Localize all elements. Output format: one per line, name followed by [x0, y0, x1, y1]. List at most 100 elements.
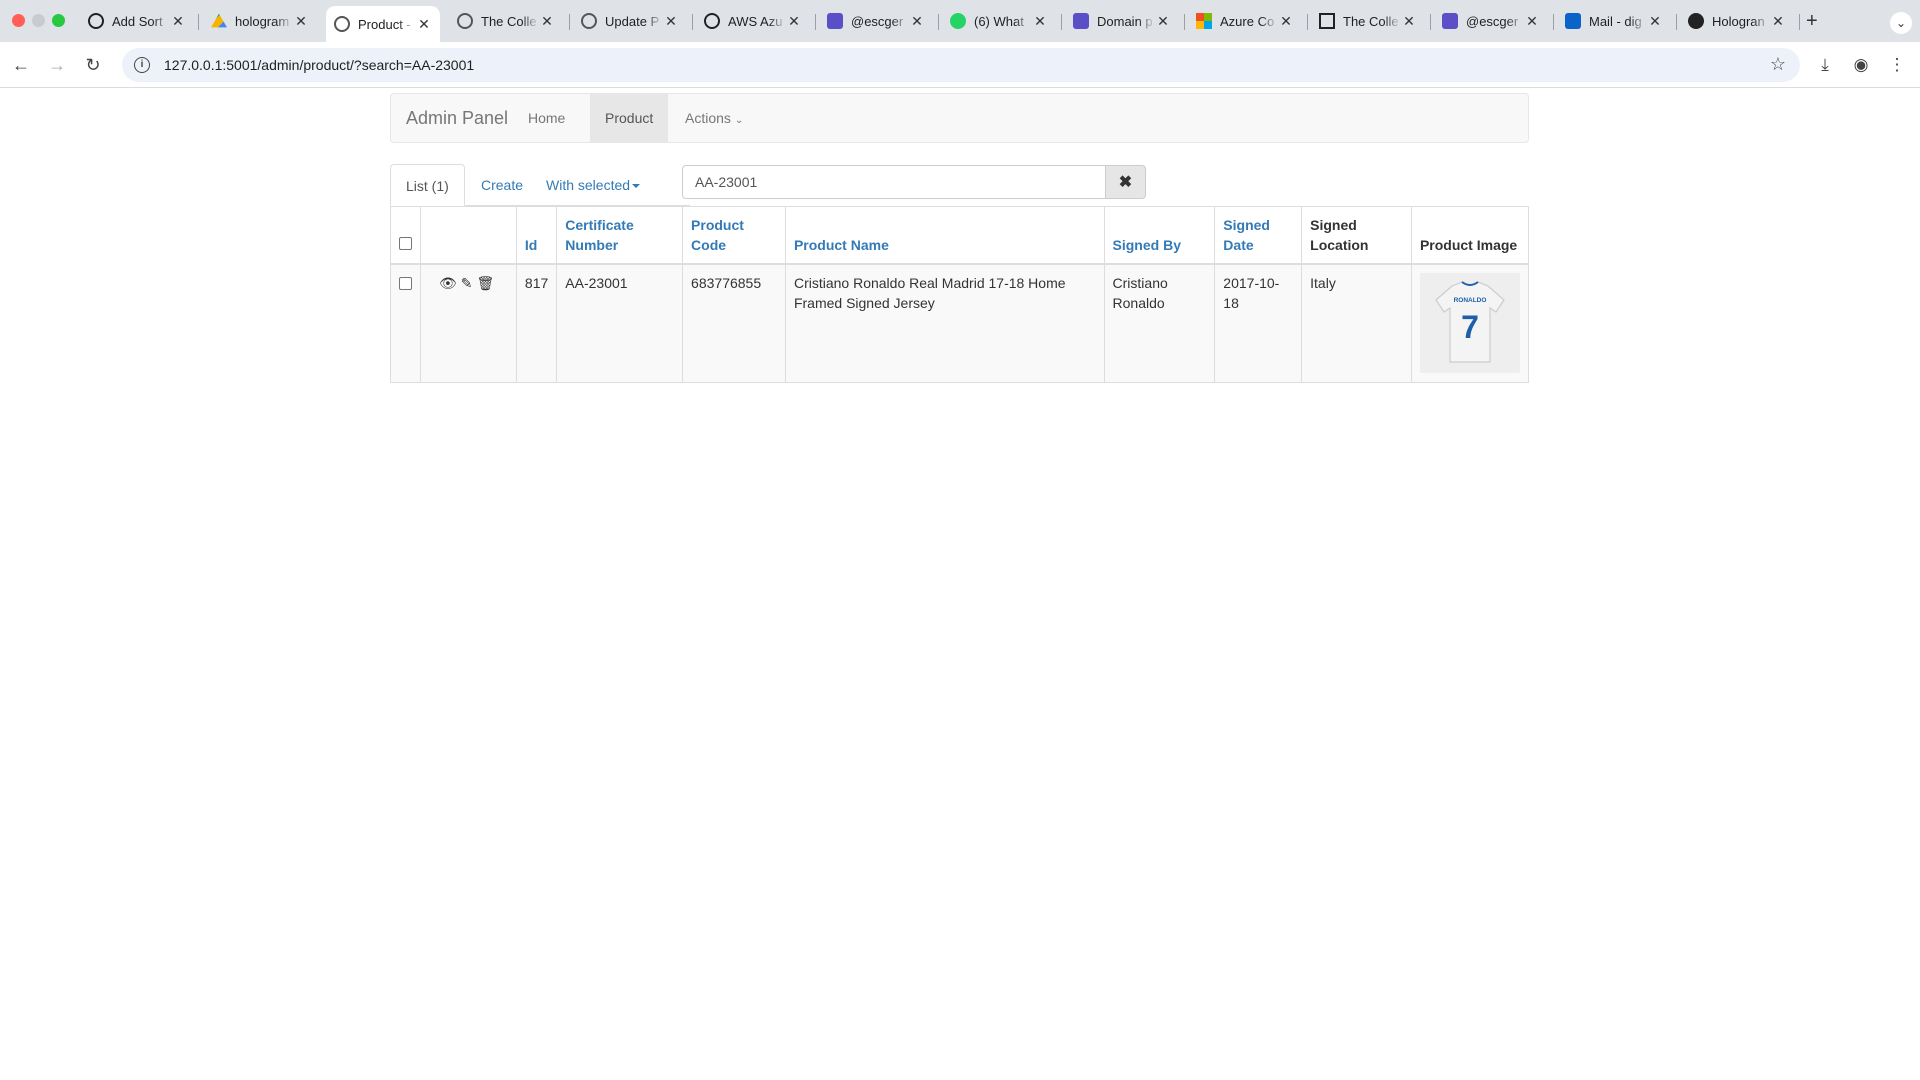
- browser-tab[interactable]: Domain p ✕: [1065, 6, 1179, 36]
- pencil-icon[interactable]: ✎: [461, 273, 473, 293]
- nav-item-actions[interactable]: Actions ⌄: [670, 94, 758, 142]
- with-selected-label: With selected: [546, 177, 631, 193]
- close-tab-icon[interactable]: ✕: [786, 13, 802, 30]
- openai-icon: [88, 13, 104, 29]
- table-row: 👁 ✎ 🗑 817 AA-23001 683776855 Cristiano R…: [390, 263, 1530, 383]
- address-bar-url[interactable]: 127.0.0.1:5001/admin/product/?search=AA-…: [164, 57, 474, 73]
- nav-item-home[interactable]: Home: [513, 94, 580, 142]
- profile-icon[interactable]: ◉: [1848, 52, 1874, 78]
- close-tab-icon[interactable]: ✕: [416, 16, 432, 33]
- close-tab-icon[interactable]: ✕: [1647, 13, 1663, 30]
- escrow-icon: [1442, 13, 1458, 29]
- browser-tab[interactable]: Mail - dig ✕: [1557, 6, 1671, 36]
- tab-title: Product -: [358, 16, 411, 32]
- browser-tab-active[interactable]: Product - ✕: [326, 6, 440, 42]
- jersey-image: RONALDO 7: [1435, 281, 1505, 363]
- browser-toolbar: ← → ↻ i 127.0.0.1:5001/admin/product/?se…: [0, 42, 1920, 88]
- new-tab-icon[interactable]: +: [1806, 10, 1818, 33]
- tab-search-chevron-icon[interactable]: ⌄: [1890, 12, 1912, 34]
- column-header-product-code: Product Code: [682, 206, 786, 265]
- browser-tab[interactable]: The Colle ✕: [449, 6, 563, 36]
- with-selected-dropdown[interactable]: With selected: [531, 164, 655, 206]
- close-tab-icon[interactable]: ✕: [1032, 13, 1048, 30]
- address-bar[interactable]: i 127.0.0.1:5001/admin/product/?search=A…: [122, 48, 1800, 82]
- globe-icon: [457, 13, 473, 29]
- column-header-signed-by: Signed By: [1103, 206, 1216, 265]
- sort-id-link[interactable]: Id: [525, 237, 537, 253]
- tab-title: The Colle: [1343, 13, 1399, 29]
- download-icon[interactable]: ⤓: [1812, 52, 1838, 78]
- column-header-signed-date: Signed Date: [1214, 206, 1303, 265]
- browser-tab[interactable]: The Colle ✕: [1311, 6, 1425, 36]
- close-tab-icon[interactable]: ✕: [1524, 13, 1540, 30]
- tab-title: @escger: [1466, 13, 1519, 29]
- sort-signed-date-link[interactable]: Signed Date: [1223, 217, 1270, 253]
- chevron-down-icon: ⌄: [734, 115, 744, 126]
- escrow-icon: [827, 13, 843, 29]
- maximize-window-button[interactable]: [52, 14, 65, 27]
- globe-icon: [581, 13, 597, 29]
- minimize-window-button[interactable]: [32, 14, 45, 27]
- back-arrow-icon[interactable]: ←: [8, 52, 34, 78]
- cell-signed-by: Cristiano Ronaldo: [1103, 263, 1216, 383]
- browser-tab[interactable]: @escger ✕: [1434, 6, 1548, 36]
- tab-create[interactable]: Create: [466, 164, 538, 206]
- forward-arrow-icon[interactable]: →: [44, 52, 70, 78]
- cell-product-name: Cristiano Ronaldo Real Madrid 17-18 Home…: [784, 263, 1105, 383]
- tab-title: Hologran: [1712, 13, 1765, 29]
- browser-tab[interactable]: AWS Azu ✕: [696, 6, 810, 36]
- tab-title: @escger: [851, 13, 904, 29]
- browser-tab[interactable]: Add Sort ✕: [80, 6, 194, 36]
- browser-tab[interactable]: (6) What ✕: [942, 6, 1056, 36]
- tab-title: Azure Co: [1220, 13, 1275, 29]
- close-tab-icon[interactable]: ✕: [539, 13, 555, 30]
- row-checkbox[interactable]: [399, 277, 412, 290]
- kebab-menu-icon[interactable]: ⋮: [1884, 52, 1910, 78]
- reload-icon[interactable]: ↻: [80, 52, 106, 78]
- sort-certificate-number-link[interactable]: Certificate Number: [565, 217, 633, 253]
- close-tab-icon[interactable]: ✕: [170, 13, 186, 30]
- tab-title: Add Sort: [112, 13, 163, 29]
- browser-tab[interactable]: @escger ✕: [819, 6, 933, 36]
- close-tab-icon[interactable]: ✕: [1278, 13, 1294, 30]
- column-header-signed-location: Signed Location: [1301, 206, 1412, 265]
- product-image-thumbnail[interactable]: RONALDO 7: [1419, 273, 1520, 373]
- column-header-product-image: Product Image: [1410, 206, 1530, 265]
- close-window-button[interactable]: [12, 14, 25, 27]
- globe-icon: [334, 16, 350, 32]
- search-group: ✖: [682, 165, 1146, 199]
- jersey-name-text: RONALDO: [1454, 297, 1487, 304]
- sort-product-code-link[interactable]: Product Code: [691, 217, 744, 253]
- cell-signed-location: Italy: [1301, 263, 1412, 383]
- column-header-certificate-number: Certificate Number: [556, 206, 684, 265]
- search-input[interactable]: [682, 165, 1106, 199]
- close-tab-icon[interactable]: ✕: [293, 13, 309, 30]
- close-tab-icon[interactable]: ✕: [1155, 13, 1171, 30]
- tab-list[interactable]: List (1): [390, 164, 465, 206]
- browser-tab[interactable]: Update P ✕: [573, 6, 687, 36]
- nav-item-product[interactable]: Product: [590, 94, 669, 142]
- navbar-brand[interactable]: Admin Panel: [406, 108, 508, 129]
- whatsapp-icon: [950, 13, 966, 29]
- browser-tab[interactable]: Azure Co ✕: [1188, 6, 1302, 36]
- cell-signed-date: 2017-10-18: [1214, 263, 1303, 383]
- cell-product-image: RONALDO 7: [1410, 263, 1530, 383]
- eye-icon[interactable]: 👁: [439, 273, 457, 293]
- close-tab-icon[interactable]: ✕: [1770, 13, 1786, 30]
- site-info-icon[interactable]: i: [134, 57, 150, 73]
- tab-title: (6) What: [974, 13, 1024, 29]
- close-tab-icon[interactable]: ✕: [909, 13, 925, 30]
- escrow-icon: [1073, 13, 1089, 29]
- close-tab-icon[interactable]: ✕: [1401, 13, 1417, 30]
- browser-tab[interactable]: Hologran ✕: [1680, 6, 1794, 36]
- sort-signed-by-link[interactable]: Signed By: [1113, 237, 1181, 253]
- select-all-checkbox[interactable]: [399, 237, 412, 250]
- bookmark-star-icon[interactable]: ☆: [1770, 54, 1786, 75]
- nav-item-label: Home: [528, 110, 566, 126]
- sort-product-name-link[interactable]: Product Name: [794, 237, 889, 253]
- close-tab-icon[interactable]: ✕: [663, 13, 679, 30]
- clear-search-button[interactable]: ✖: [1106, 165, 1146, 199]
- browser-tab[interactable]: hologram ✕: [203, 6, 317, 36]
- nav-item-label: Product: [605, 110, 654, 126]
- trash-icon[interactable]: 🗑: [477, 273, 495, 293]
